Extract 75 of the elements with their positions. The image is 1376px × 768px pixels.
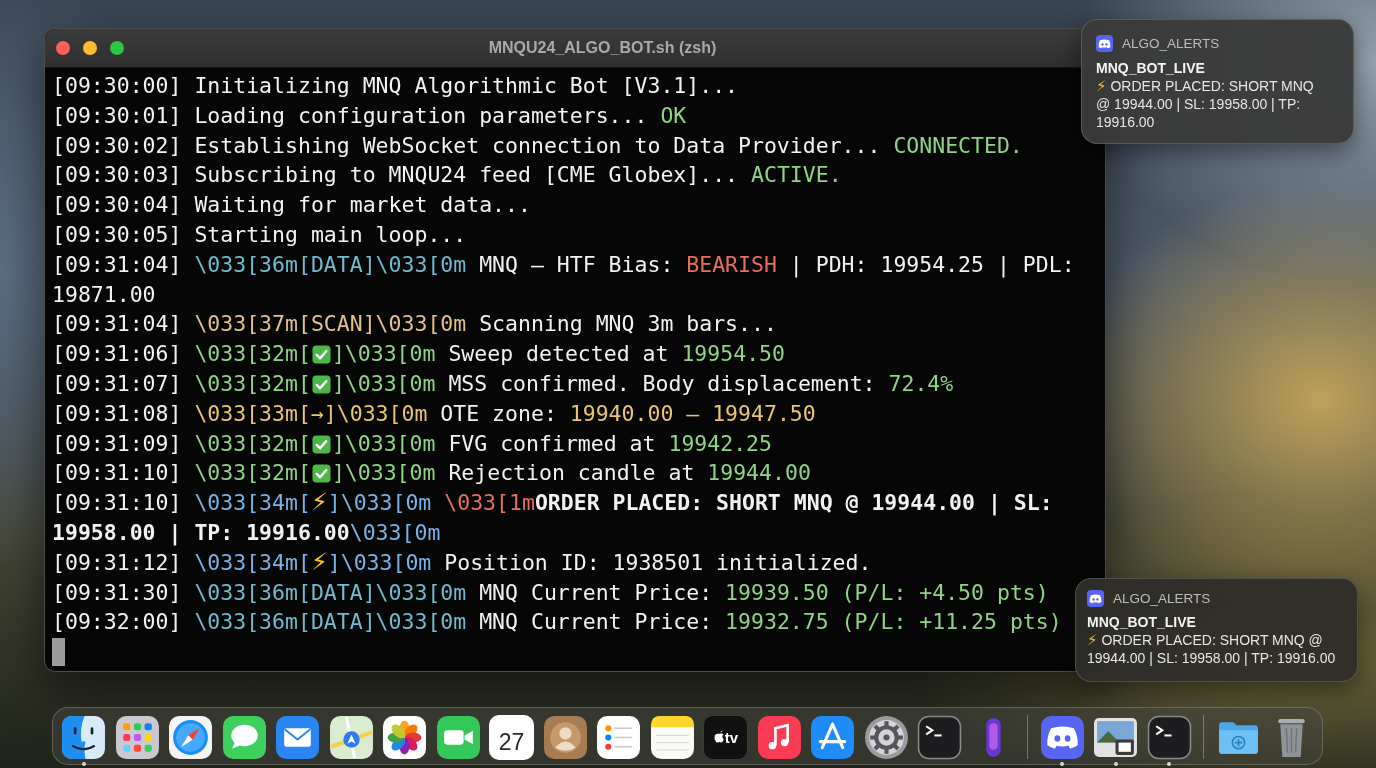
log-text: 19944.00: [707, 460, 811, 486]
log-line: [09:30:05] Starting main loop...: [52, 221, 467, 249]
game-controller-icon[interactable]: [1039, 715, 1085, 760]
log-line: [09:30:03] Subscribing to MNQU24 feed [CME Globex]... ACTIVE.: [52, 161, 842, 190]
notification-message: ⚡ ORDER PLACED: SHORT MNQ @ 19944.00 | SL: 19958.00 | TP: 19916.00: [1087, 631, 1337, 667]
log-line: [09:31:04] \033[37m[SCAN]\033[0m Scanning MNQ 3m bars...: [52, 310, 777, 339]
person-icon[interactable]: [542, 715, 588, 760]
app-grid-icon[interactable]: [114, 715, 160, 760]
tv-app-button[interactable]: tv: [703, 715, 748, 760]
smiling-face-icon[interactable]: [61, 715, 106, 760]
timestamp: [09:31:07]: [52, 370, 183, 396]
log-text: Sweep detected at: [447, 341, 670, 367]
app-name: ALGO_ALERTS: [1113, 590, 1211, 607]
video-camera-icon[interactable]: [435, 715, 481, 760]
notification-message: ⚡ ORDER PLACED: SHORT MNQ @ 19944.00 | SL: 19958.00 | TP: 19916.00: [1096, 77, 1315, 131]
log-text: \033[32m[: [194, 460, 311, 486]
log-line: [09:31:04] \033[36m[DATA]\033[0m MNQ – HTF Bias: BEARISH | PDH: 19954.25 | PDL:: [52, 250, 1075, 280]
window-title: MNQU24_ALGO_BOT.sh (zsh): [488, 39, 717, 57]
terminal-icon[interactable]: [1146, 715, 1192, 760]
log-line: [09:32:00] \033[36m[DATA]\033[0m MNQ Current Price: 19932.75 (P/L: +11.25 pts): [52, 608, 1062, 637]
log-line: [09:31:08] \033[33m[→]\033[0m OTE zone: 19940.00 – 19947.50: [52, 399, 816, 428]
log-text: ]\033[0m: [331, 370, 436, 396]
notification-title: MNQ_BOT_LIVE: [1087, 613, 1196, 631]
envelope-icon[interactable]: [275, 715, 320, 760]
log-line: [09:31:12] \033[34m[⚡]\033[0m Position ID: 1938501 initialized.: [52, 547, 872, 578]
log-text: FVG confirmed at: [447, 430, 657, 456]
log-text: \033[32m[: [194, 341, 311, 367]
terminal-icon[interactable]: [917, 715, 962, 760]
log-line: [09:30:04] Waiting for market data...: [52, 191, 531, 220]
timestamp: [09:31:06]: [52, 341, 183, 367]
log-line: [09:31:30] \033[36m[DATA]\033[0m MNQ Current Price: 19939.50 (P/L: +4.50 pts): [52, 578, 1049, 607]
compass-icon[interactable]: [168, 715, 213, 760]
apple-icon: [712, 729, 724, 743]
log-line: [09:31:10] \033[34m[⚡]\033[0m \033[1mORDER PLACED: SHORT MNQ @ 19944.00 | SL:: [52, 488, 1053, 518]
photo-thumbnail-icon[interactable]: [1093, 715, 1138, 760]
log-text: \033[32m[: [194, 370, 311, 396]
notification-title: MNQ_BOT_LIVE: [1096, 59, 1205, 77]
check-mark-icon: [311, 345, 331, 365]
close-button[interactable]: [56, 41, 70, 55]
log-text: MSS confirmed. Body displacement:: [447, 370, 877, 396]
log-text: \033[32m[: [194, 430, 311, 456]
timestamp: [09:31:09]: [52, 430, 183, 456]
log-text: 72.4%: [888, 370, 954, 396]
letter-a-icon[interactable]: [810, 715, 855, 760]
minimize-button[interactable]: [83, 41, 97, 55]
timestamp: [09:31:10]: [52, 460, 183, 486]
log-line: [09:30:02] Establishing WebSocket connection to Data Provider... CONNECTED.: [52, 131, 1023, 160]
calendar-button[interactable]: 27: [489, 715, 534, 760]
notification-card[interactable]: ALGO_ALERTS MNQ_BOT_LIVE ⚡ ORDER PLACED: SHORT MNQ @ 19944.00 | SL: 19958.00 | TP: 19916.00: [1081, 19, 1354, 144]
log-text: ]\033[0m: [331, 460, 436, 486]
flower-icon[interactable]: [382, 715, 427, 760]
app-logo-icon: [1087, 590, 1104, 607]
text-cursor: [52, 638, 65, 667]
app-logo-icon: [1096, 35, 1113, 52]
log-line: [09:30:00] Initializing MNQ Algorithmic Bot [V3.1]...: [52, 72, 739, 100]
checklist-icon[interactable]: [596, 715, 641, 760]
log-line: [09:30:01] Loading configuration parameters... OK: [52, 101, 687, 130]
check-mark-icon: [311, 464, 331, 484]
log-text: 19954.50: [681, 341, 785, 367]
log-text: ]\033[0m: [331, 341, 436, 367]
notification-card[interactable]: ALGO_ALERTS MNQ_BOT_LIVE ⚡ ORDER PLACED: SHORT MNQ @ 19944.00 | SL: 19958.00 | TP: 19916.00: [1075, 578, 1358, 682]
log-line: 19958.00 | TP: 19916.00\033[0m: [52, 518, 441, 548]
zoom-button[interactable]: [110, 41, 124, 55]
log-text: ]\033[0m: [331, 430, 436, 456]
notepad-icon[interactable]: [649, 715, 695, 760]
music-note-icon[interactable]: [756, 715, 802, 760]
log-text: Rejection candle at: [447, 460, 696, 486]
speech-bubble-icon[interactable]: [221, 715, 267, 760]
check-mark-icon: [311, 434, 331, 454]
map-icon[interactable]: [328, 715, 374, 760]
check-mark-icon: [311, 374, 331, 394]
log-text: 19942.25: [668, 430, 772, 456]
log-line: 19871.00: [52, 280, 156, 309]
app-name: ALGO_ALERTS: [1122, 35, 1220, 52]
gear-icon[interactable]: [863, 715, 909, 760]
